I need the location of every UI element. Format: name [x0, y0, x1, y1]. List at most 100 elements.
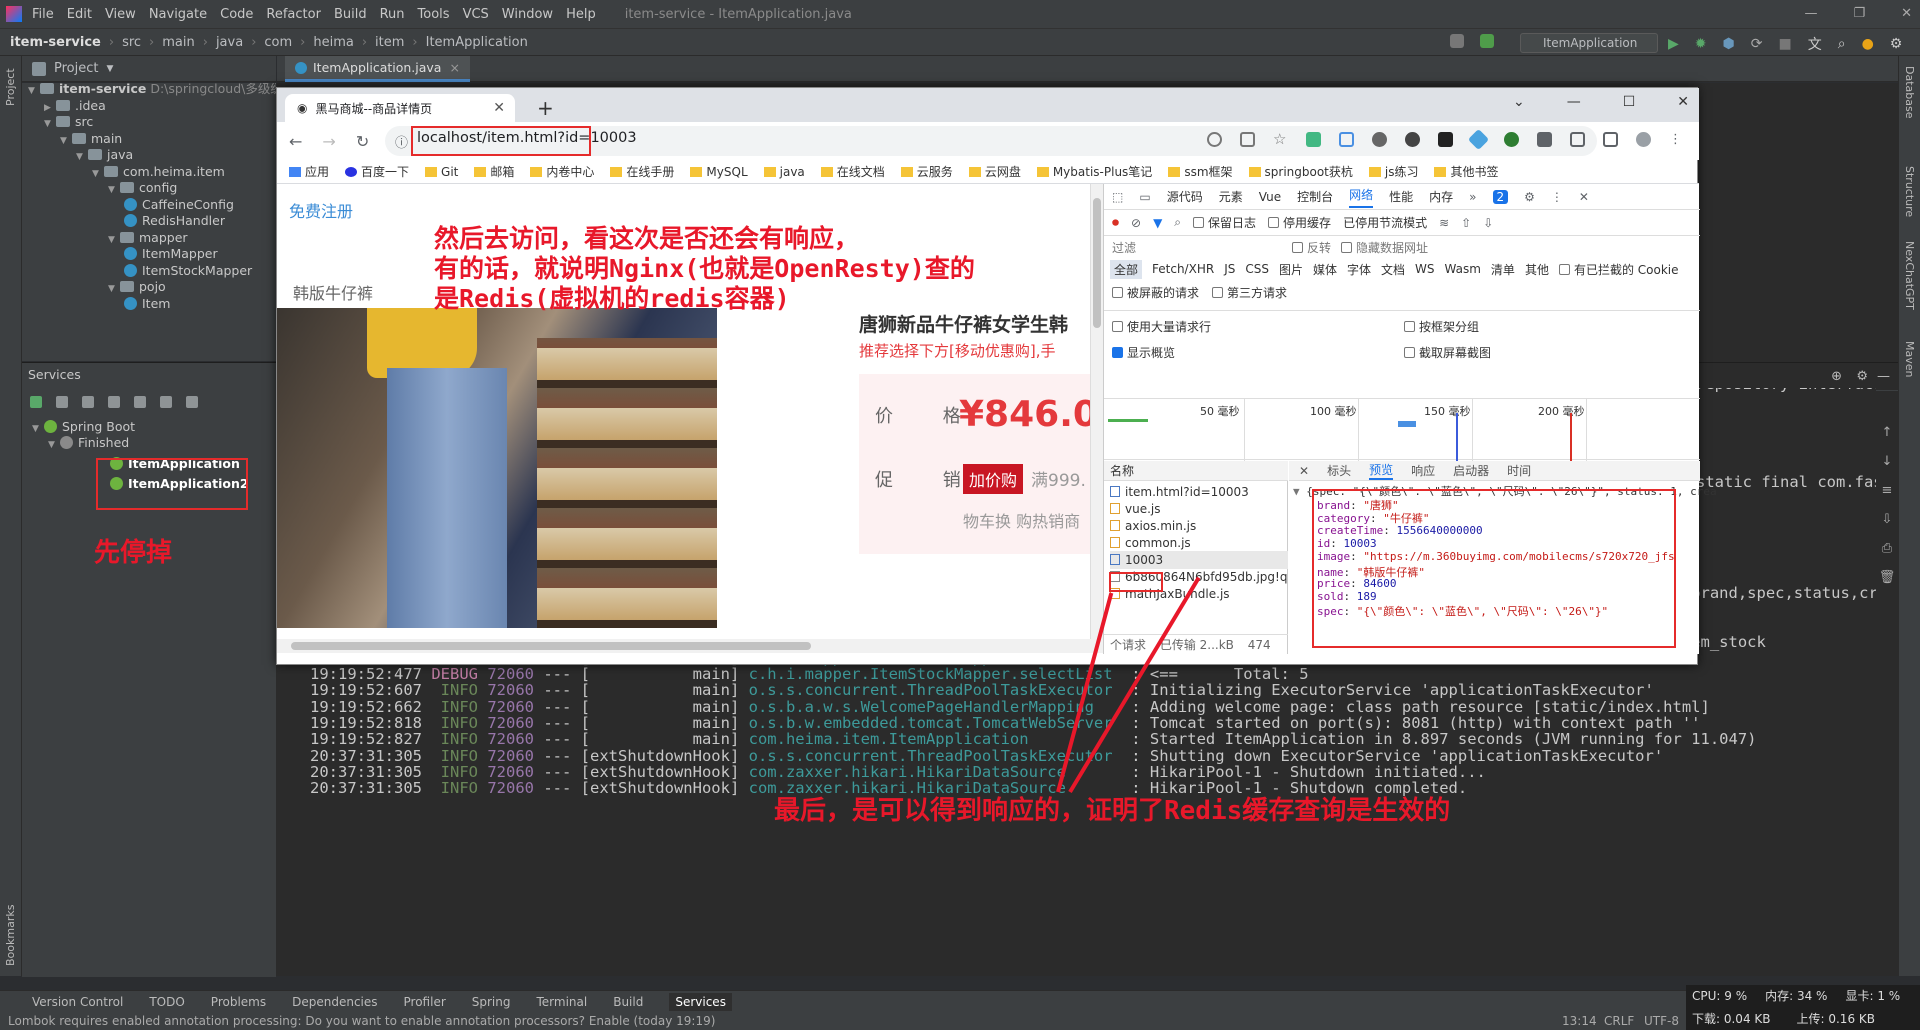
network-overview[interactable]: 50 毫秒 100 毫秒 150 毫秒 200 毫秒 — [1104, 398, 1700, 461]
bookmark-item[interactable]: js练习 — [1368, 163, 1418, 180]
scroll-end-icon[interactable]: ⇩ — [1882, 512, 1893, 527]
maximize-icon[interactable]: ☐ — [1623, 94, 1636, 110]
chevron-icon[interactable]: ▼ — [92, 164, 104, 184]
extension-icon[interactable] — [1504, 132, 1519, 147]
soft-wrap-icon[interactable]: ≡ — [1882, 483, 1893, 498]
wifi-icon[interactable]: ≋ — [1439, 216, 1449, 230]
request-row[interactable]: axios.min.js — [1110, 517, 1288, 535]
collapse-all-icon[interactable] — [82, 396, 94, 408]
close-tab-icon[interactable]: ✕ — [493, 100, 505, 116]
arrow-down-icon[interactable]: ↓ — [1882, 454, 1893, 469]
inspect-icon[interactable]: ⬚ — [1112, 190, 1123, 204]
type-filter-5[interactable]: 媒体 — [1313, 261, 1337, 278]
coverage-icon[interactable]: ⬢ — [1723, 36, 1735, 52]
minimize-icon[interactable]: — — [1567, 94, 1581, 110]
search-icon[interactable]: ⌕ — [1174, 215, 1181, 230]
trash-icon[interactable]: 🗑 — [1879, 570, 1896, 585]
filter-icon[interactable]: ▼ — [1153, 216, 1162, 230]
tool-tab-terminal[interactable]: Terminal — [537, 995, 588, 1009]
chevron-icon[interactable]: ▼ — [108, 230, 120, 250]
bookmarks-tool-tab[interactable]: Bookmarks — [4, 905, 17, 966]
print-icon[interactable]: ⎙ — [1882, 541, 1892, 556]
bookmark-item[interactable]: Git — [425, 165, 458, 179]
extension-icon[interactable] — [1405, 132, 1420, 147]
new-tab-icon[interactable] — [160, 396, 172, 408]
menu-item-run[interactable]: Run — [380, 7, 405, 22]
run-service-icon[interactable] — [30, 396, 42, 408]
preview-tab[interactable]: 时间 — [1507, 462, 1531, 479]
settings-icon[interactable]: ⚙ — [1524, 190, 1535, 204]
preview-tab[interactable]: 标头 — [1327, 462, 1351, 479]
run-config-select[interactable]: ItemApplication — [1520, 33, 1658, 53]
capture-screenshots-option[interactable]: 截取屏幕截图 — [1404, 344, 1491, 361]
request-row[interactable]: 10003 — [1110, 551, 1288, 569]
run-icon[interactable]: ▶ — [1668, 36, 1679, 52]
chevron-icon[interactable]: ▼ — [108, 279, 120, 299]
share-icon[interactable] — [1240, 132, 1255, 147]
tool-tab-problems[interactable]: Problems — [211, 995, 266, 1009]
type-filter-8[interactable]: WS — [1415, 262, 1434, 276]
file-encoding[interactable]: UTF-8 — [1644, 1012, 1679, 1030]
menu-item-build[interactable]: Build — [334, 7, 367, 22]
record-icon[interactable]: ⏺ — [1112, 215, 1119, 231]
star-icon[interactable]: ☆ — [1273, 132, 1288, 147]
side-panel-icon[interactable] — [1603, 132, 1618, 147]
bookmark-item[interactable]: 其他书签 — [1434, 163, 1499, 180]
search-icon[interactable]: ⌕ — [1838, 36, 1846, 52]
type-filter-7[interactable]: 文档 — [1381, 261, 1405, 278]
disable-cache-option[interactable]: 停用缓存 — [1268, 214, 1331, 231]
add-buy-badge[interactable]: 加价购 — [963, 464, 1024, 494]
menu-item-view[interactable]: View — [105, 7, 136, 22]
reading-list-icon[interactable] — [1570, 132, 1585, 147]
tree-node[interactable]: Item — [124, 294, 170, 314]
chevron-icon[interactable]: ▼ — [60, 131, 72, 151]
breadcrumb-item[interactable]: ItemApplication — [426, 35, 528, 50]
close-preview-icon[interactable]: ✕ — [1299, 464, 1309, 478]
preview-tab[interactable]: 启动器 — [1453, 462, 1489, 479]
finished-node[interactable]: ▼ Finished — [48, 433, 129, 453]
zoom-icon[interactable] — [1207, 132, 1222, 147]
chevron-icon[interactable]: ▼ — [28, 83, 40, 101]
breadcrumb-item[interactable]: heima — [313, 35, 353, 50]
build-hammer-icon[interactable] — [1480, 34, 1494, 48]
menu-item-code[interactable]: Code — [220, 7, 253, 22]
bookmark-item[interactable]: java — [763, 165, 805, 179]
download-icon[interactable]: ⇩ — [1483, 216, 1493, 230]
device-toggle-icon[interactable]: ▭ — [1139, 190, 1150, 204]
preserve-log-option[interactable]: 保留日志 — [1193, 214, 1256, 231]
extension-icon[interactable] — [1467, 128, 1490, 151]
tool-tab-build[interactable]: Build — [613, 995, 643, 1009]
group-icon[interactable] — [108, 396, 120, 408]
more-menu-icon[interactable]: ⋮ — [1669, 132, 1684, 147]
expand-icon[interactable]: ▼ — [1293, 485, 1306, 498]
bookmark-item[interactable]: 内卷中心 — [530, 163, 594, 180]
menu-item-window[interactable]: Window — [502, 7, 553, 22]
globe-icon[interactable]: ⊕ — [1831, 369, 1842, 384]
menu-item-help[interactable]: Help — [566, 7, 596, 22]
type-filter-0[interactable]: 全部 — [1110, 259, 1143, 279]
tool-tab-services[interactable]: Services — [669, 992, 732, 1011]
tool-tab-version-control[interactable]: Version Control — [32, 995, 123, 1009]
new-tab-icon[interactable]: + — [537, 96, 554, 120]
bookmark-item[interactable]: 邮箱 — [474, 163, 514, 180]
request-row[interactable]: common.js — [1110, 534, 1288, 552]
filter-icon[interactable] — [134, 396, 146, 408]
invert-option[interactable]: 反转 — [1292, 239, 1331, 256]
puzzle-icon[interactable] — [1537, 132, 1552, 147]
reload-icon[interactable]: ↻ — [356, 132, 369, 151]
bookmark-item[interactable]: MySQL — [690, 165, 748, 179]
tool-tab-profiler[interactable]: Profiler — [404, 995, 446, 1009]
chevron-icon[interactable]: ▼ — [44, 114, 56, 134]
type-filter-1[interactable]: Fetch/XHR — [1152, 262, 1214, 276]
product-promo[interactable]: 推荐选择下方[移动优惠购],手 — [859, 340, 1055, 361]
profile-avatar[interactable] — [1636, 132, 1651, 147]
tab-search-icon[interactable]: ⌄ — [1513, 94, 1525, 110]
browser-tab[interactable]: ◉ 黑马商城--商品详情页 ✕ — [285, 94, 515, 122]
blocked-cookies-option[interactable]: 有已拦截的 Cookie — [1558, 261, 1679, 278]
info-icon[interactable]: ⓘ — [395, 132, 408, 151]
extension-icon[interactable] — [1372, 132, 1387, 147]
breadcrumb-item[interactable]: java — [216, 35, 243, 50]
preview-tab[interactable]: 响应 — [1411, 462, 1435, 479]
maven-tool-tab[interactable]: Maven — [1903, 341, 1916, 377]
type-filter-9[interactable]: Wasm — [1445, 262, 1481, 276]
